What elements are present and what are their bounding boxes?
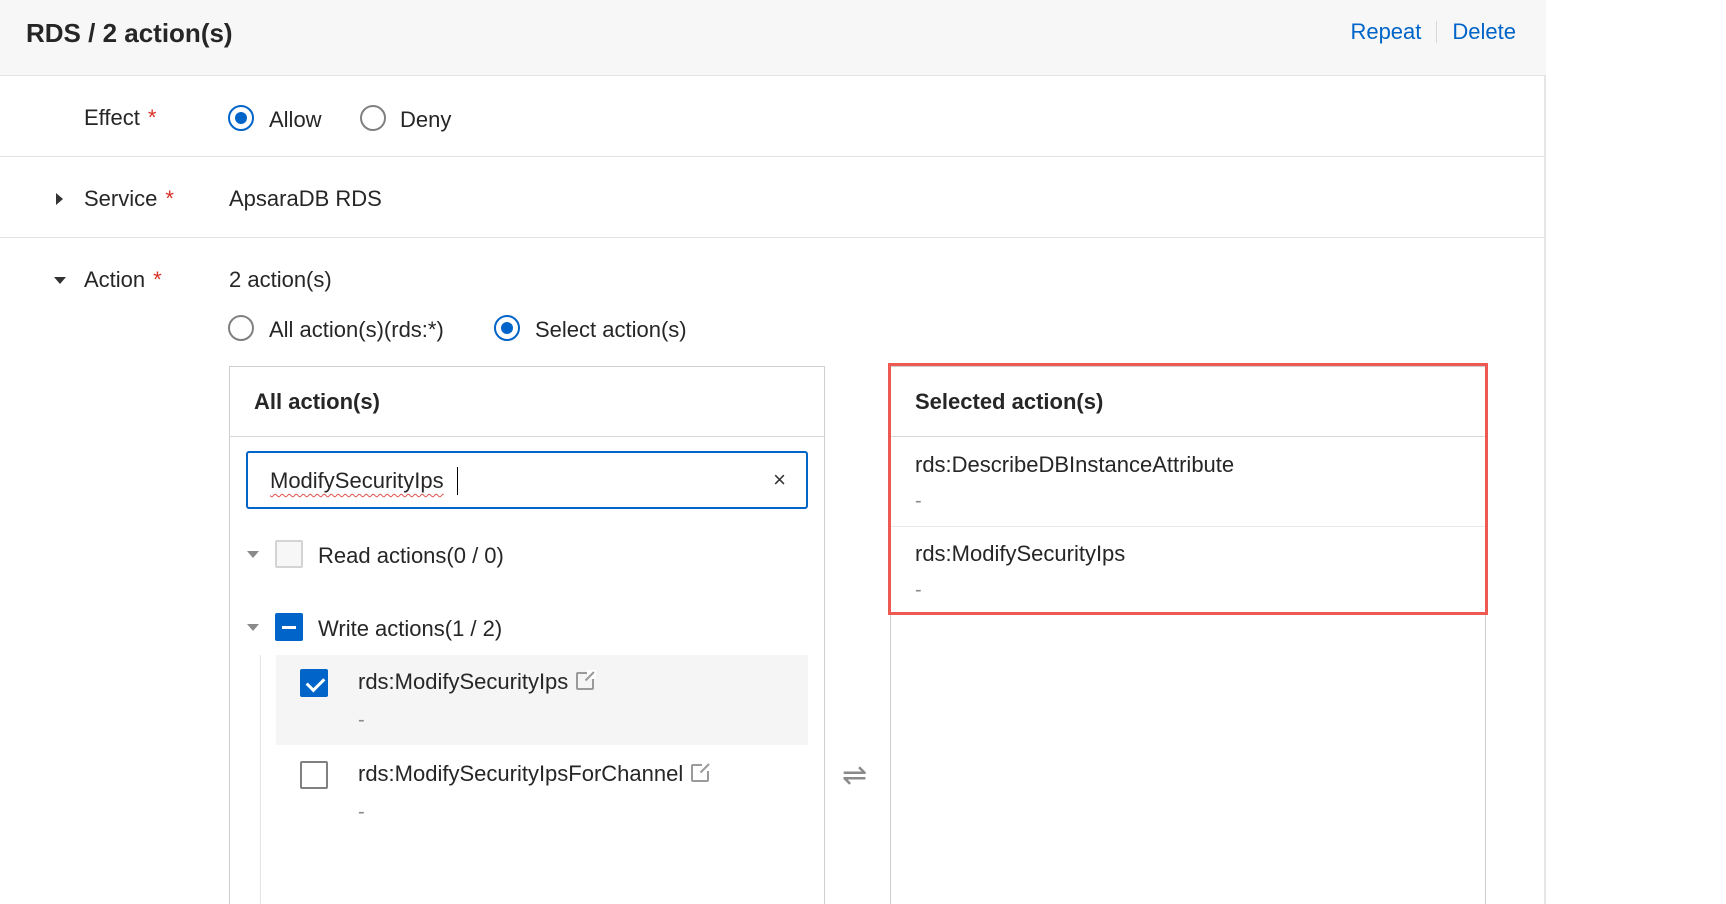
header-divider xyxy=(1436,21,1438,43)
effect-allow-radio[interactable] xyxy=(228,105,254,131)
policy-statement-panel: RDS / 2 action(s) Repeat Delete Effect * … xyxy=(0,0,1546,904)
row-divider xyxy=(0,156,1546,157)
read-actions-checkbox xyxy=(275,540,303,568)
all-actions-radio-label[interactable]: All action(s)(rds:*) xyxy=(269,317,444,343)
action-collapse-icon[interactable] xyxy=(54,277,66,284)
selected-item-name: rds:DescribeDBInstanceAttribute xyxy=(915,452,1235,477)
read-group-toggle-icon[interactable] xyxy=(247,551,259,558)
list-item[interactable]: rds:ModifySecurityIps - xyxy=(276,655,808,745)
selected-actions-header: Selected action(s) xyxy=(891,367,1485,437)
external-link-icon[interactable] xyxy=(576,670,597,690)
service-label-text: Service xyxy=(84,186,158,211)
effect-deny-label[interactable]: Deny xyxy=(400,107,451,133)
item-name: rds:ModifySecurityIps xyxy=(358,669,597,695)
write-group-toggle-icon[interactable] xyxy=(247,624,259,631)
select-actions-radio[interactable] xyxy=(494,315,520,341)
item-description: - xyxy=(358,709,365,731)
all-actions-radio[interactable] xyxy=(228,315,254,341)
item-name-text: rds:ModifySecurityIps xyxy=(358,669,569,694)
service-expand-icon[interactable] xyxy=(56,193,63,205)
effect-allow-label[interactable]: Allow xyxy=(269,107,322,133)
search-input-value[interactable]: ModifySecurityIps xyxy=(270,468,444,494)
required-mark: * xyxy=(153,267,162,292)
selected-actions-title: Selected action(s) xyxy=(915,389,1104,414)
read-actions-label: Read actions(0 / 0) xyxy=(318,543,504,568)
selected-item-description: - xyxy=(915,579,922,601)
action-search-input[interactable]: ModifySecurityIps × xyxy=(246,451,808,509)
service-value-link[interactable]: ApsaraDB RDS xyxy=(229,186,382,212)
service-label: Service * xyxy=(84,186,174,212)
selected-actions-box: Selected action(s) rds:DescribeDBInstanc… xyxy=(890,366,1486,904)
list-item[interactable]: rds:ModifySecurityIpsForChannel - xyxy=(276,747,808,837)
item-description: - xyxy=(358,801,365,823)
required-mark: * xyxy=(147,105,157,130)
select-actions-radio-label[interactable]: Select action(s) xyxy=(535,317,687,343)
item-name: rds:ModifySecurityIpsForChannel xyxy=(358,761,712,787)
action-label-text: Action xyxy=(84,267,146,292)
selected-item-description: - xyxy=(915,490,922,512)
header-actions: Repeat Delete xyxy=(1350,19,1516,45)
row-divider xyxy=(0,237,1546,238)
item-checkbox[interactable] xyxy=(300,761,328,789)
transfer-icon: ⇌ xyxy=(842,759,868,792)
item-checkbox[interactable] xyxy=(300,669,328,697)
selected-item-name: rds:ModifySecurityIps xyxy=(915,541,1126,566)
delete-button[interactable]: Delete xyxy=(1452,19,1516,45)
effect-label-text: Effect xyxy=(84,105,140,130)
text-cursor xyxy=(457,467,458,495)
selected-item[interactable]: rds:DescribeDBInstanceAttribute - xyxy=(891,438,1485,526)
repeat-button[interactable]: Repeat xyxy=(1350,19,1421,45)
action-summary-link[interactable]: 2 action(s) xyxy=(229,267,332,293)
effect-deny-radio[interactable] xyxy=(360,105,386,131)
tree-guide-line xyxy=(260,655,261,904)
action-label: Action * xyxy=(84,267,162,293)
all-actions-box: All action(s) ModifySecurityIps × Read a… xyxy=(229,366,825,904)
selected-item[interactable]: rds:ModifySecurityIps - xyxy=(891,527,1485,615)
all-actions-title: All action(s) xyxy=(254,389,380,414)
statement-title: RDS / 2 action(s) xyxy=(26,18,233,48)
effect-label: Effect * xyxy=(84,105,156,131)
clear-search-icon[interactable]: × xyxy=(773,467,786,493)
required-mark: * xyxy=(165,186,174,211)
external-link-icon[interactable] xyxy=(691,762,712,782)
statement-header: RDS / 2 action(s) Repeat Delete xyxy=(0,0,1546,76)
item-name-text: rds:ModifySecurityIpsForChannel xyxy=(358,761,684,786)
write-actions-label: Write actions(1 / 2) xyxy=(318,616,503,641)
all-actions-header: All action(s) xyxy=(230,367,824,437)
write-actions-checkbox[interactable] xyxy=(275,613,303,641)
